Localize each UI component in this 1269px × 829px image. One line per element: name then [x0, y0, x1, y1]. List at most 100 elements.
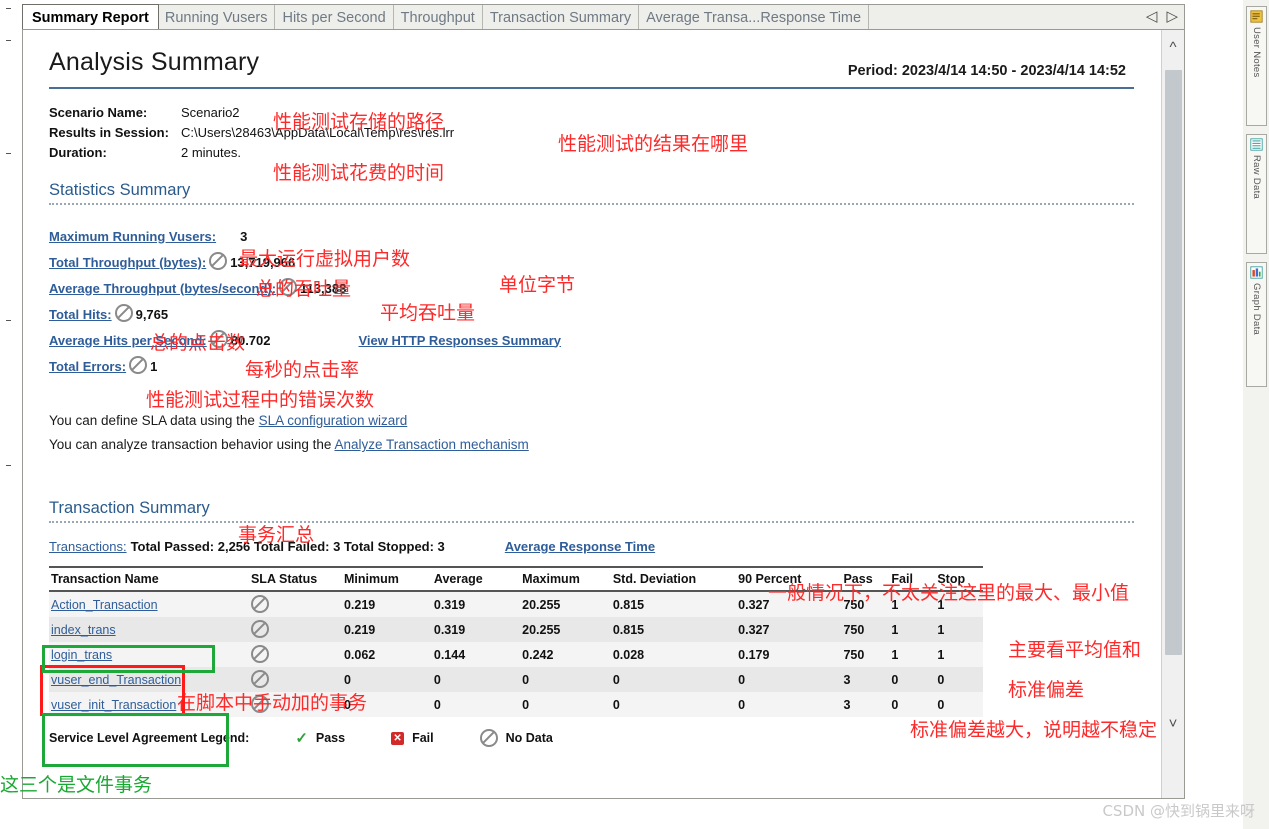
legend-pass-label: Pass	[316, 731, 345, 745]
column-header[interactable]: Stop	[935, 567, 983, 591]
scroll-down-button[interactable]: ˅	[1162, 706, 1184, 740]
divider	[49, 203, 1134, 205]
no-data-icon	[207, 330, 231, 350]
no-data-icon	[251, 595, 269, 613]
statistics-summary-section: Statistics Summary Maximum Running Vuser…	[49, 181, 1134, 379]
column-header-label: Minimum	[344, 572, 399, 586]
view-http-responses-summary-link[interactable]: View HTTP Responses Summary	[359, 333, 562, 348]
scroll-up-button[interactable]: ^	[1162, 30, 1184, 64]
cell-p90: 0.327	[736, 591, 841, 617]
analyze-transaction-mechanism-link[interactable]: Analyze Transaction mechanism	[334, 437, 528, 452]
column-header[interactable]: SLA Status	[249, 567, 342, 591]
column-header-label: Maximum	[522, 572, 580, 586]
column-header-label: Average	[434, 572, 483, 586]
tab-transaction-summary[interactable]: Transaction Summary	[483, 5, 639, 30]
statistic-row: Total Errors:1	[49, 353, 1134, 379]
column-header[interactable]: Pass	[841, 567, 889, 591]
column-header-label: Fail	[891, 572, 913, 586]
legend-fail-label: Fail	[412, 731, 434, 745]
tab-throughput[interactable]: Throughput	[394, 5, 483, 30]
statistic-key-link[interactable]: Average Hits per Second:	[49, 333, 207, 348]
meta-value: 2 minutes.	[181, 143, 241, 163]
statistic-key-link[interactable]: Maximum Running Vusers:	[49, 229, 216, 244]
transaction-name-cell: login_trans	[49, 642, 249, 667]
side-tab-graph-data[interactable]: Graph Data	[1246, 262, 1267, 387]
cell-min: 0.062	[342, 642, 432, 667]
column-header-label: Pass	[843, 572, 872, 586]
cell-stop: 1	[935, 591, 983, 617]
cell-avg: 0.319	[432, 591, 520, 617]
transaction-name-cell: Action_Transaction	[49, 591, 249, 617]
statistic-key-link[interactable]: Average Throughput (bytes/second):	[49, 281, 276, 296]
column-header[interactable]: Fail	[889, 567, 935, 591]
tab-scroll-right-icon[interactable]: ▷	[1166, 9, 1178, 25]
report-vertical-scrollbar[interactable]: ^ ˅	[1161, 30, 1184, 798]
cell-std: 0	[611, 692, 736, 717]
column-header[interactable]: Std. Deviation	[611, 567, 736, 591]
tab-label: Summary Report	[32, 10, 149, 26]
graph-tab-strip[interactable]: Summary Report Running Vusers Hits per Sec…	[22, 4, 1185, 30]
sla-hint-line-2: You can analyze transaction behavior usi…	[49, 433, 1134, 457]
tab-hits-per-second[interactable]: Hits per Second	[275, 5, 393, 30]
transaction-name-link[interactable]: Action_Transaction	[51, 598, 158, 612]
transactions-link[interactable]: Transactions:	[49, 539, 127, 554]
average-response-time-link[interactable]: Average Response Time	[505, 539, 655, 554]
gutter-tick-low2	[6, 320, 11, 321]
table-body: Action_Transaction0.2190.31920.2550.8150…	[49, 591, 983, 717]
scenario-meta: Scenario Name:Scenario2Results in Sessio…	[49, 103, 1134, 163]
cell-p90: 0.327	[736, 617, 841, 642]
column-header[interactable]: Minimum	[342, 567, 432, 591]
tab-summary-report[interactable]: Summary Report	[22, 4, 159, 31]
transaction-name-link[interactable]: login_trans	[51, 648, 112, 662]
tab-running-vusers[interactable]: Running Vusers	[158, 5, 276, 30]
table-row: index_trans0.2190.31920.2550.8150.327750…	[49, 617, 983, 642]
side-tab-raw-data[interactable]: Raw Data	[1246, 134, 1267, 254]
cell-std: 0	[611, 667, 736, 692]
statistic-key-link[interactable]: Total Throughput (bytes):	[49, 255, 206, 270]
column-header[interactable]: Average	[432, 567, 520, 591]
statistic-row: Average Hits per Second:80.702View HTTP …	[49, 327, 1134, 353]
statistic-value: 113,388	[300, 281, 346, 296]
table-row: vuser_end_Transaction00000300	[49, 667, 983, 692]
statistics-summary-heading: Statistics Summary	[49, 181, 1134, 203]
cell-avg: 0.319	[432, 617, 520, 642]
tab-label: Hits per Second	[282, 10, 385, 26]
transaction-summary-heading: Transaction Summary	[49, 499, 1134, 521]
no-data-icon	[112, 304, 136, 324]
meta-label: Scenario Name:	[49, 103, 181, 123]
meta-row: Scenario Name:Scenario2	[49, 103, 1134, 123]
meta-row: Duration:2 minutes.	[49, 143, 1134, 163]
no-data-icon	[276, 278, 300, 298]
transaction-name-link[interactable]: vuser_init_Transaction	[51, 698, 176, 712]
column-header[interactable]: 90 Percent	[736, 567, 841, 591]
transaction-summary-section: Transaction Summary Transactions: Total …	[49, 499, 1134, 747]
no-data-icon	[206, 252, 230, 272]
statistic-key-link[interactable]: Total Hits:	[49, 307, 112, 322]
transaction-name-link[interactable]: vuser_end_Transaction	[51, 673, 181, 687]
cell-avg: 0	[432, 667, 520, 692]
cell-max: 20.255	[520, 591, 611, 617]
statistic-key-link[interactable]: Total Errors:	[49, 359, 126, 374]
cell-stop: 0	[935, 667, 983, 692]
cell-min: 0	[342, 692, 432, 717]
sla-configuration-wizard-link[interactable]: SLA configuration wizard	[259, 413, 408, 428]
tab-list[interactable]: Summary Report Running Vusers Hits per Sec…	[23, 5, 1184, 30]
table-row: vuser_init_Transaction00000300	[49, 692, 983, 717]
tab-average-transa-response-time[interactable]: Average Transa...Response Time	[639, 5, 869, 30]
no-data-icon	[480, 729, 498, 747]
sla-status-cell	[249, 591, 342, 617]
column-header[interactable]: Transaction Name	[49, 567, 249, 591]
cell-fail: 0	[889, 667, 935, 692]
sla-status-cell	[249, 667, 342, 692]
cell-avg: 0.144	[432, 642, 520, 667]
transaction-name-link[interactable]: index_trans	[51, 623, 116, 637]
tab-label: Average Transa...Response Time	[646, 10, 861, 26]
column-header[interactable]: Maximum	[520, 567, 611, 591]
side-tab-user-notes[interactable]: User Notes	[1246, 6, 1267, 126]
tab-scroll-left-icon[interactable]: ◁	[1146, 9, 1158, 25]
tab-scroll-controls[interactable]: ◁ ▷	[1146, 9, 1178, 25]
tab-label: Transaction Summary	[490, 10, 631, 26]
meta-label: Results in Session:	[49, 123, 181, 143]
scrollbar-thumb[interactable]	[1165, 70, 1182, 655]
transactions-totals-text: Total Passed: 2,256 Total Failed: 3 Tota…	[131, 539, 445, 554]
